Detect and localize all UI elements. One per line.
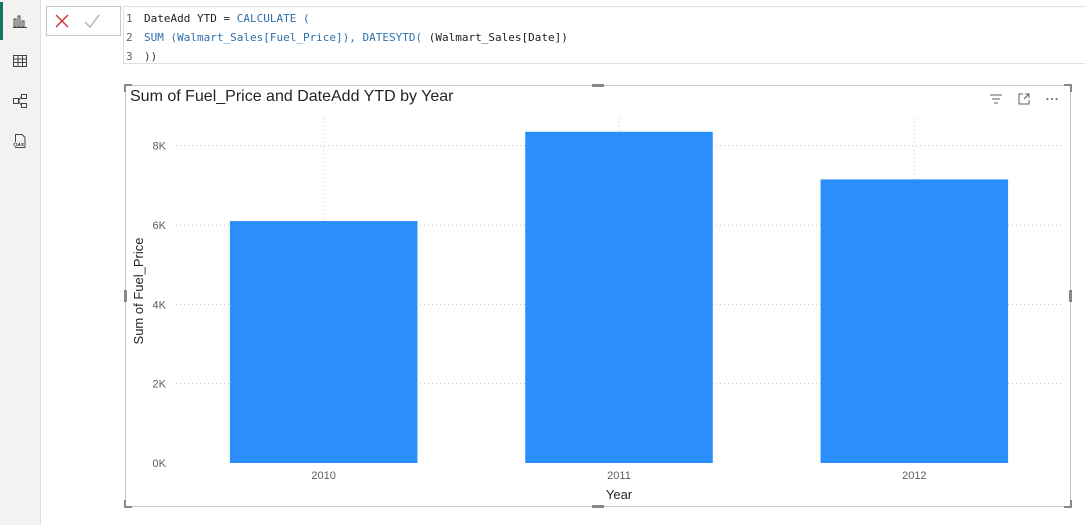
- column-chart: 0K 2K 4K 6K 8K 2010 2011 2012 Sum of Fuel_Pric…: [131, 118, 1062, 502]
- y-tick-label: 4K: [153, 299, 167, 311]
- report-view-button[interactable]: [8, 9, 32, 33]
- checkmark-icon: [84, 14, 100, 29]
- bar-2010[interactable]: [229, 221, 418, 463]
- formula-text: )): [144, 50, 158, 63]
- model-view-button[interactable]: [8, 89, 32, 113]
- clustered-column-visual[interactable]: Sum of Fuel_Price and DateAdd YTD by Yea…: [124, 84, 1072, 508]
- formula-line: 3)): [124, 47, 1085, 66]
- formula-text: (Walmart_Sales[Date]): [428, 31, 568, 44]
- x-tick-label: 2011: [607, 470, 631, 482]
- bar-chart-icon: [13, 15, 27, 28]
- y-axis-label: Sum of Fuel_Price: [131, 238, 146, 345]
- formula-keyword: SUM (Walmart_Sales[Fuel_Price]), DATESYT…: [144, 31, 429, 44]
- x-tick-label: 2010: [311, 470, 335, 482]
- view-rail: [0, 0, 41, 525]
- formula-text: DateAdd YTD =: [144, 12, 237, 25]
- dax-query-icon: [13, 134, 26, 148]
- dax-query-view-button[interactable]: [8, 129, 32, 153]
- x-axis-ticks: 2010 2011 2012: [311, 470, 926, 482]
- commit-formula-button[interactable]: [77, 8, 107, 34]
- bar-2012[interactable]: [820, 179, 1009, 463]
- close-icon: [55, 14, 69, 28]
- line-number: 2: [126, 31, 133, 44]
- x-axis-label: Year: [606, 487, 633, 502]
- x-tick-label: 2012: [902, 470, 926, 482]
- bars: [229, 131, 1009, 463]
- formula-actions: [46, 6, 121, 36]
- y-tick-label: 8K: [153, 141, 167, 153]
- line-number: 3: [126, 50, 133, 63]
- bar-2011[interactable]: [525, 131, 713, 463]
- table-view-button[interactable]: [8, 49, 32, 73]
- formula-editor[interactable]: 1 DateAdd YTD = CALCULATE ( 2 SUM (Walmart…: [123, 6, 1085, 64]
- table-grid-icon: [13, 55, 27, 67]
- active-view-indicator: [0, 2, 3, 40]
- y-axis-ticks: 0K 2K 4K 6K 8K: [153, 141, 167, 470]
- line-number: 1: [126, 12, 133, 25]
- formula-line: 1 DateAdd YTD = CALCULATE (: [124, 9, 1085, 28]
- model-diagram-icon: [13, 94, 27, 108]
- cancel-formula-button[interactable]: [47, 8, 77, 34]
- formula-keyword: CALCULATE (: [236, 12, 310, 25]
- y-tick-label: 0K: [153, 458, 167, 470]
- formula-line: 2 SUM (Walmart_Sales[Fuel_Price]), DATESY…: [124, 28, 1085, 47]
- y-tick-label: 6K: [153, 220, 167, 232]
- y-tick-label: 2K: [153, 379, 167, 391]
